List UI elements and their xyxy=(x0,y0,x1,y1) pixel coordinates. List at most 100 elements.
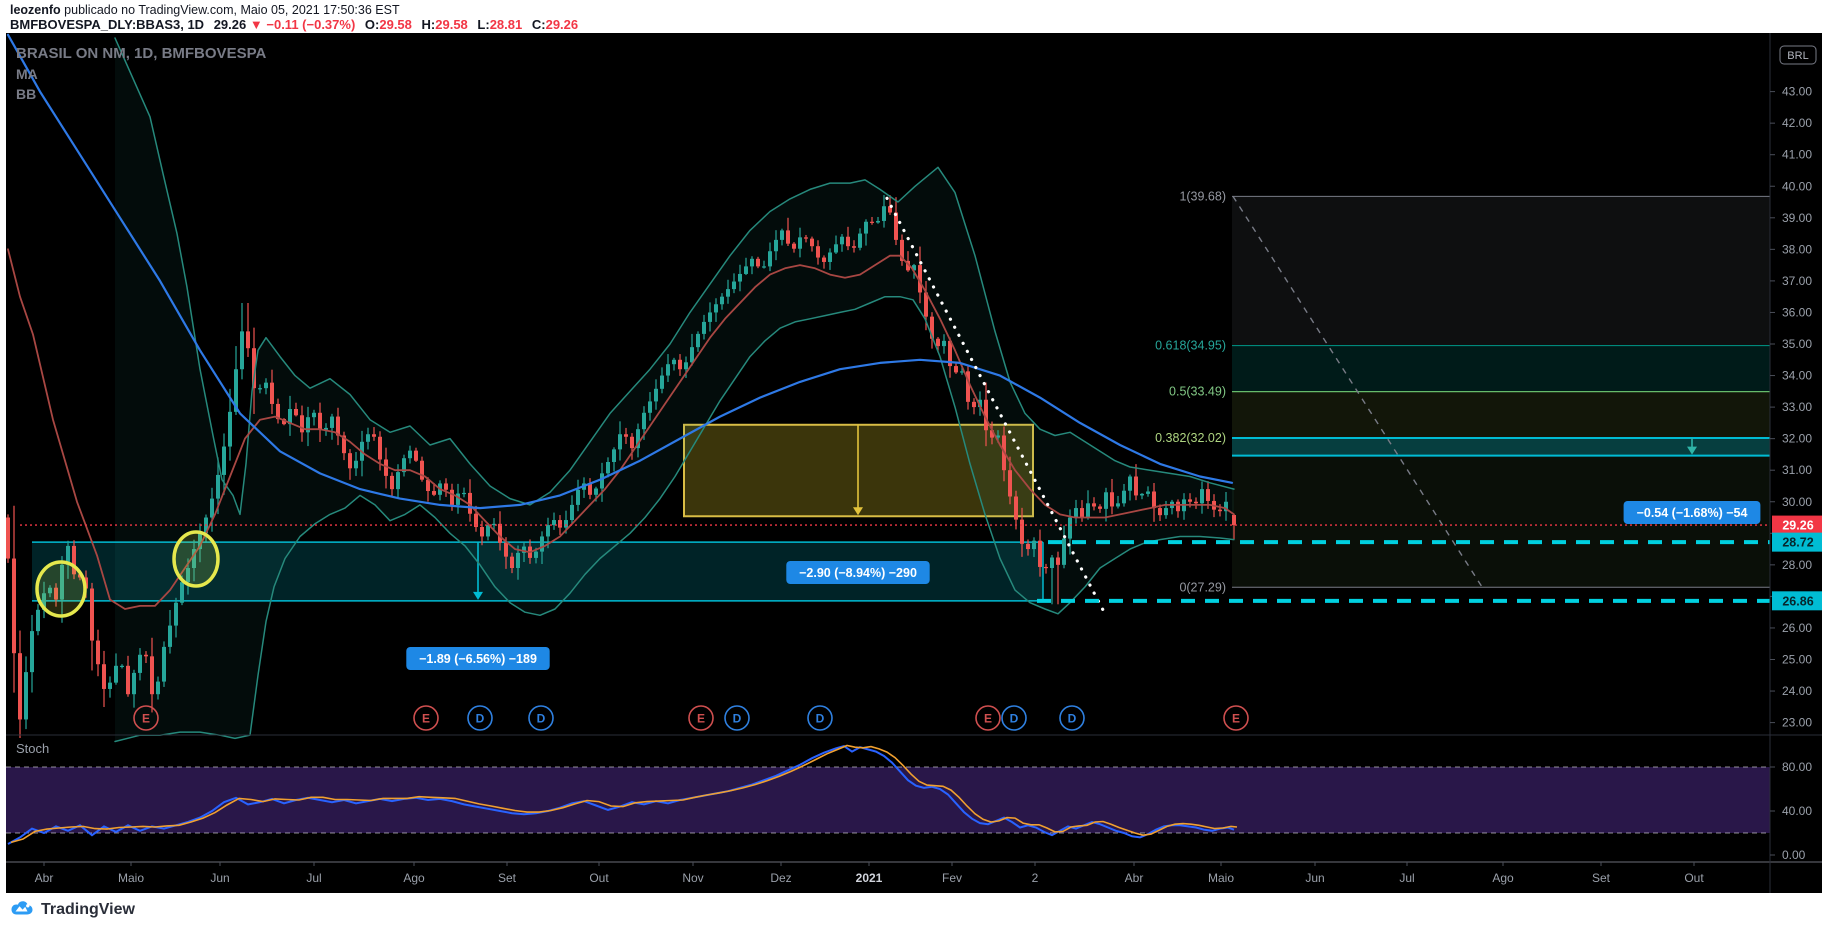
svg-text:Jun: Jun xyxy=(210,871,229,885)
svg-text:−0.54 (−1.68%) −54: −0.54 (−1.68%) −54 xyxy=(1637,506,1748,520)
svg-text:42.00: 42.00 xyxy=(1782,116,1812,130)
svg-text:E: E xyxy=(1232,712,1240,726)
legend-bb: BB xyxy=(16,86,36,102)
svg-text:E: E xyxy=(984,712,992,726)
svg-text:D: D xyxy=(1068,712,1077,726)
price-change: −0.11 (−0.37%) xyxy=(266,17,356,32)
svg-text:80.00: 80.00 xyxy=(1782,760,1812,774)
svg-text:Fev: Fev xyxy=(942,871,962,885)
legend-ma: MA xyxy=(16,66,38,82)
svg-text:Nov: Nov xyxy=(682,871,703,885)
svg-text:Abr: Abr xyxy=(35,871,54,885)
fib-level-label: 0.5(33.49) xyxy=(1169,385,1226,399)
byline: leozenfo publicado no TradingView.com, M… xyxy=(10,3,400,17)
svg-text:30.00: 30.00 xyxy=(1782,495,1812,509)
svg-text:35.00: 35.00 xyxy=(1782,337,1812,351)
svg-text:−1.89 (−6.56%) −189: −1.89 (−6.56%) −189 xyxy=(419,652,537,666)
symbol-title[interactable]: BMFBOVESPA_DLY:BBAS3, 1D xyxy=(10,17,204,32)
fib-level-label: 1(39.68) xyxy=(1179,189,1226,203)
price-label-badge: 26.86 xyxy=(1772,591,1824,611)
svg-text:Ago: Ago xyxy=(1492,871,1514,885)
tradingview-snapshot-page: leozenfo publicado no TradingView.com, M… xyxy=(0,0,1828,929)
yellow-highlight-circle[interactable] xyxy=(35,560,87,618)
svg-text:Jul: Jul xyxy=(1399,871,1414,885)
svg-text:D: D xyxy=(1010,712,1019,726)
last-price: 29.26 xyxy=(213,17,247,32)
svg-text:23.00: 23.00 xyxy=(1782,716,1812,730)
svg-text:33.00: 33.00 xyxy=(1782,400,1812,414)
fib-retracement[interactable]: 1(39.68) 0.618(34.95) 0.5(33.49) 0.382(32.0… xyxy=(1155,189,1770,594)
svg-text:43.00: 43.00 xyxy=(1782,85,1812,99)
author-name: leozenfo xyxy=(10,3,61,17)
measure-label[interactable]: −1.89 (−6.56%) −189 xyxy=(406,647,550,670)
svg-text:Ago: Ago xyxy=(403,871,425,885)
svg-text:36.00: 36.00 xyxy=(1782,305,1812,319)
chart-canvas[interactable]: 1(39.68) 0.618(34.95) 0.5(33.49) 0.382(32.0… xyxy=(6,33,1824,893)
svg-text:E: E xyxy=(142,712,150,726)
svg-text:34.00: 34.00 xyxy=(1782,369,1812,383)
svg-text:D: D xyxy=(733,712,742,726)
tradingview-logo-icon xyxy=(11,901,33,915)
svg-text:E: E xyxy=(422,712,430,726)
high-label: H: xyxy=(421,17,436,32)
svg-text:E: E xyxy=(697,712,705,726)
svg-text:Out: Out xyxy=(1684,871,1704,885)
svg-text:26.86: 26.86 xyxy=(1782,594,1813,608)
svg-text:25.00: 25.00 xyxy=(1782,653,1812,667)
open-label: O: xyxy=(364,17,380,32)
svg-text:41.00: 41.00 xyxy=(1782,148,1812,162)
svg-text:D: D xyxy=(476,712,485,726)
svg-text:26.00: 26.00 xyxy=(1782,621,1812,635)
svg-text:Jun: Jun xyxy=(1305,871,1324,885)
svg-text:BRL: BRL xyxy=(1787,50,1808,62)
close-label: C: xyxy=(531,17,546,32)
footer-logo[interactable]: TradingView xyxy=(10,897,135,923)
svg-text:38.00: 38.00 xyxy=(1782,242,1812,256)
measure-label[interactable]: −2.90 (−8.94%) −290 xyxy=(786,561,930,584)
price-label-badge: 29.26 xyxy=(1772,515,1824,535)
svg-text:28.72: 28.72 xyxy=(1782,536,1813,550)
tradingview-logo-text: TradingView xyxy=(41,901,135,918)
svg-text:Set: Set xyxy=(1592,871,1611,885)
close-value: 29.26 xyxy=(545,17,579,32)
chart-area[interactable]: 1(39.68) 0.618(34.95) 0.5(33.49) 0.382(32.0… xyxy=(6,33,1824,893)
symbol-line: BMFBOVESPA_DLY:BBAS3, 1D 29.26 ▼ −0.11 (… xyxy=(10,17,578,32)
price-label-badge: 28.72 xyxy=(1772,532,1824,552)
svg-text:−2.90 (−8.94%) −290: −2.90 (−8.94%) −290 xyxy=(799,566,917,580)
svg-text:Dez: Dez xyxy=(770,871,791,885)
svg-text:D: D xyxy=(816,712,825,726)
svg-text:Out: Out xyxy=(589,871,609,885)
svg-text:31.00: 31.00 xyxy=(1782,463,1812,477)
yellow-highlight-circle[interactable] xyxy=(172,530,220,588)
low-value: 28.81 xyxy=(489,17,523,32)
svg-text:40.00: 40.00 xyxy=(1782,179,1812,193)
svg-text:2: 2 xyxy=(1032,871,1039,885)
stoch-label: Stoch xyxy=(16,741,49,756)
svg-text:Maio: Maio xyxy=(118,871,144,885)
svg-text:24.00: 24.00 xyxy=(1782,684,1812,698)
svg-text:28.00: 28.00 xyxy=(1782,558,1812,572)
high-value: 29.58 xyxy=(435,17,468,32)
fib-level-label: 0.382(32.02) xyxy=(1155,431,1226,445)
fib-level-label: 0(27.29) xyxy=(1179,580,1226,594)
svg-text:Set: Set xyxy=(498,871,517,885)
down-triangle-icon: ▼ xyxy=(249,17,263,32)
byline-text: publicado no TradingView.com, Maio 05, 2… xyxy=(60,3,400,17)
legend-title: BRASIL ON NM, 1D, BMFBOVESPA xyxy=(16,45,266,62)
svg-text:40.00: 40.00 xyxy=(1782,804,1812,818)
svg-text:Abr: Abr xyxy=(1125,871,1144,885)
svg-text:29.26: 29.26 xyxy=(1782,519,1813,533)
svg-text:D: D xyxy=(537,712,546,726)
measure-label[interactable]: −0.54 (−1.68%) −54 xyxy=(1623,501,1761,524)
svg-text:Maio: Maio xyxy=(1208,871,1234,885)
svg-text:Jul: Jul xyxy=(306,871,321,885)
open-value: 29.58 xyxy=(379,17,412,32)
header: leozenfo publicado no TradingView.com, M… xyxy=(10,0,1820,33)
low-label: L: xyxy=(477,17,490,32)
svg-text:2021: 2021 xyxy=(856,871,883,885)
svg-text:39.00: 39.00 xyxy=(1782,211,1812,225)
svg-text:37.00: 37.00 xyxy=(1782,274,1812,288)
fib-level-label: 0.618(34.95) xyxy=(1155,339,1226,353)
svg-text:32.00: 32.00 xyxy=(1782,432,1812,446)
svg-text:0.00: 0.00 xyxy=(1782,848,1806,862)
